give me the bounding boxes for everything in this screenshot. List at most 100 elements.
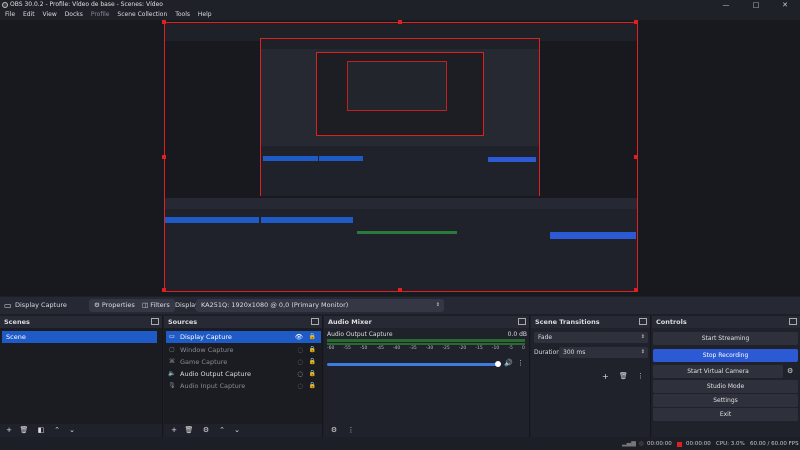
stop-recording-button[interactable]: Stop Recording <box>653 349 798 362</box>
resize-handle-right[interactable] <box>634 155 638 159</box>
resize-handle-bottom-right[interactable] <box>634 288 638 292</box>
resize-handle-top-left[interactable] <box>162 20 166 24</box>
nested-source-toolbar <box>165 198 637 208</box>
display-select[interactable]: KA251Q: 1920x1080 @ 0,0 (Primary Monitor… <box>196 299 444 312</box>
lock-icon[interactable]: 🔒 <box>309 331 316 343</box>
undock-icon[interactable] <box>789 318 797 325</box>
scene-filters-button[interactable]: ◧ <box>36 426 46 435</box>
resize-handle-bottom-left[interactable] <box>162 288 166 292</box>
title-bar: OBS 30.0.2 - Profile: Vídeo de base - Sc… <box>0 0 800 10</box>
source-item-display-capture[interactable]: ▭ Display Capture 👁 🔒 <box>166 331 321 343</box>
source-item-audio-output-capture[interactable]: 🔈 Audio Output Capture ◌ 🔒 <box>166 368 321 380</box>
scenes-dock: Scenes Scene + 🗑 ◧ ⌃ ⌄ <box>0 316 163 437</box>
sources-dock: Sources ▭ Display Capture 👁 🔒 ▢ Window C… <box>164 316 323 437</box>
settings-button[interactable]: Settings <box>653 394 798 407</box>
virtual-camera-gear-icon[interactable]: ⚙ <box>787 367 793 375</box>
add-scene-button[interactable]: + <box>4 426 14 435</box>
scenes-footer: + 🗑 ◧ ⌃ ⌄ <box>0 424 162 437</box>
visibility-eye-icon[interactable]: 👁 <box>295 331 303 343</box>
menu-bar: File Edit View Docks Profile Scene Colle… <box>0 10 800 20</box>
sources-footer: + 🗑 ⚙ ⌃ ⌄ <box>164 424 322 437</box>
maximize-button[interactable]: □ <box>741 0 771 10</box>
volume-slider[interactable] <box>327 363 499 366</box>
menu-scene-collection[interactable]: Scene Collection <box>117 11 167 18</box>
sources-list: ▭ Display Capture 👁 🔒 ▢ Window Capture ◌… <box>164 328 322 424</box>
audio-mixer-body: Audio Output Capture 0.0 dB -60 -55 -50 -45… <box>324 328 529 424</box>
menu-docks[interactable]: Docks <box>65 11 83 18</box>
move-up-button[interactable]: ⌃ <box>217 426 227 435</box>
window-title: OBS 30.0.2 - Profile: Vídeo de base - Sc… <box>10 1 163 8</box>
add-source-button[interactable]: + <box>169 426 179 435</box>
visibility-eye-hidden-icon[interactable]: ◌ <box>297 380 303 392</box>
lock-icon[interactable]: 🔒 <box>309 380 316 392</box>
volume-meter-top <box>327 339 525 342</box>
start-streaming-button[interactable]: Start Streaming <box>653 332 798 345</box>
volume-slider-handle[interactable] <box>495 361 501 367</box>
minimize-button[interactable]: — <box>711 0 741 10</box>
transition-menu-icon[interactable]: ⋮ <box>637 372 644 380</box>
audio-mixer-header: Audio Mixer <box>324 316 529 328</box>
source-item-game-capture[interactable]: ⌘ Game Capture ◌ 🔒 <box>166 356 321 368</box>
visibility-eye-hidden-icon[interactable]: ◌ <box>297 356 303 368</box>
resize-handle-top-right[interactable] <box>634 20 638 24</box>
speaker-mute-icon[interactable]: 🔊 <box>504 359 513 367</box>
scene-transitions-header: Scene Transitions <box>531 316 650 328</box>
duration-spinbox[interactable]: 300 ms ⇕ <box>559 347 648 358</box>
recording-time: 00:00:00 <box>686 441 711 447</box>
add-transition-icon[interactable]: + <box>602 372 609 381</box>
menu-edit[interactable]: Edit <box>23 11 35 18</box>
mixer-menu-icon[interactable]: ⋮ <box>346 426 356 435</box>
obs-logo-icon <box>2 2 8 8</box>
menu-tools[interactable]: Tools <box>175 11 190 18</box>
lock-icon[interactable]: 🔒 <box>309 344 316 356</box>
properties-button[interactable]: ⚙ Properties <box>89 299 140 312</box>
source-toolbar: ▭ Display Capture ⚙ Properties ◫ Filters… <box>0 297 800 314</box>
lock-icon[interactable]: 🔒 <box>309 356 316 368</box>
undock-icon[interactable] <box>151 318 159 325</box>
close-button[interactable]: ✕ <box>770 0 800 10</box>
move-down-button[interactable]: ⌄ <box>67 426 77 435</box>
mixer-channel-name: Audio Output Capture <box>327 331 393 338</box>
move-up-button[interactable]: ⌃ <box>52 426 62 435</box>
move-down-button[interactable]: ⌄ <box>232 426 242 435</box>
remove-source-button[interactable]: 🗑 <box>184 426 194 435</box>
visibility-eye-hidden-icon[interactable]: ◌ <box>297 344 303 356</box>
menu-file[interactable]: File <box>5 11 15 18</box>
remove-transition-icon[interactable]: 🗑 <box>619 372 628 380</box>
source-properties-gear-icon[interactable]: ⚙ <box>201 426 211 435</box>
mixer-channel-level: 0.0 dB <box>507 331 527 338</box>
undock-icon[interactable] <box>518 318 526 325</box>
recording-icon <box>677 442 682 447</box>
window-icon: ▢ <box>169 346 175 353</box>
start-virtual-camera-button[interactable]: Start Virtual Camera <box>653 365 783 378</box>
kebab-menu-icon[interactable]: ⋮ <box>517 359 524 367</box>
source-item-audio-input-capture[interactable]: 🎙 Audio Input Capture ◌ 🔒 <box>166 380 321 392</box>
scene-transitions-dock: Scene Transitions Fade ⇕ Duration 300 ms… <box>531 316 651 437</box>
advanced-audio-gear-icon[interactable]: ⚙ <box>329 426 339 435</box>
resize-handle-top[interactable] <box>398 20 402 24</box>
audio-mixer-dock: Audio Mixer Audio Output Capture 0.0 dB … <box>324 316 530 437</box>
scene-item[interactable]: Scene <box>2 331 157 343</box>
source-item-window-capture[interactable]: ▢ Window Capture ◌ 🔒 <box>166 344 321 356</box>
filters-button[interactable]: ◫ Filters <box>137 299 175 312</box>
remove-scene-button[interactable]: 🗑 <box>19 426 29 435</box>
visibility-eye-hidden-icon[interactable]: ◌ <box>297 368 303 380</box>
menu-view[interactable]: View <box>43 11 57 18</box>
chevron-updown-icon: ⇕ <box>435 302 440 308</box>
transition-select[interactable]: Fade ⇕ <box>534 332 648 343</box>
studio-mode-button[interactable]: Studio Mode <box>653 380 798 393</box>
selected-source-name: Display Capture <box>15 301 67 309</box>
undock-icon[interactable] <box>639 318 647 325</box>
undock-icon[interactable] <box>311 318 319 325</box>
lock-icon[interactable]: 🔒 <box>309 368 316 380</box>
resize-handle-bottom[interactable] <box>398 288 402 292</box>
menu-profile[interactable]: Profile <box>91 11 110 18</box>
exit-button[interactable]: Exit <box>653 408 798 421</box>
gamepad-icon: ⌘ <box>169 358 175 365</box>
scenes-dock-header: Scenes <box>0 316 162 328</box>
resize-handle-left[interactable] <box>162 155 166 159</box>
nested-docks <box>165 209 637 291</box>
menu-help[interactable]: Help <box>198 11 212 18</box>
preview-canvas[interactable] <box>165 23 637 291</box>
meter-scale: -60 -55 -50 -45 -40 -35 -30 -25 -20 -15 -10 -5 0 <box>327 346 525 351</box>
